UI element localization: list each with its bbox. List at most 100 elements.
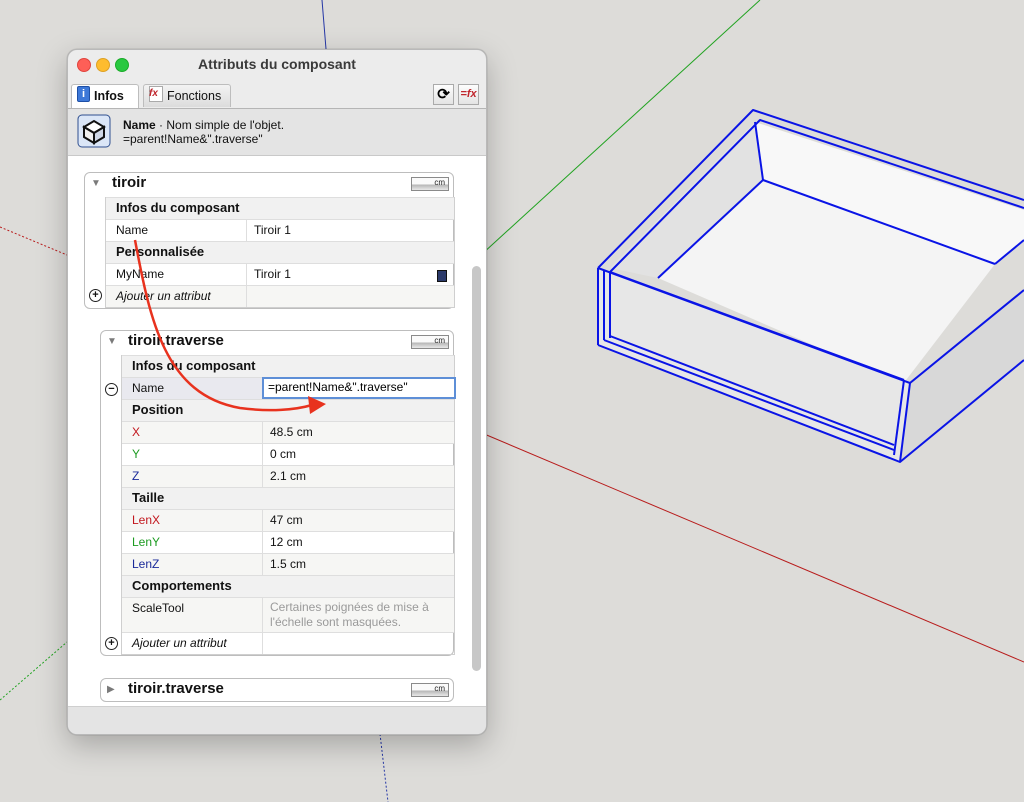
component-title: tiroir.traverse [128,332,224,349]
function-icon [149,82,163,105]
attribute-value[interactable]: 48.5 cm [270,425,313,439]
attribute-key: Y [132,447,141,461]
component-tiroir-traverse-collapsed: ▶ tiroir.traverse cm [100,678,454,702]
refresh-icon: ⟳ [437,86,450,103]
attribute-value[interactable]: 0 cm [270,447,296,461]
drawer-model[interactable] [597,109,1024,463]
add-attribute-icon[interactable]: + [89,289,102,302]
attribute-row-x[interactable]: X 48.5 cm [122,421,454,443]
collapsed-triangle-icon[interactable]: ▶ [107,684,115,695]
refresh-button[interactable]: ⟳ [433,84,454,105]
section-row: Comportements [122,575,454,597]
attribute-row-leny[interactable]: LenY 12 cm [122,531,454,553]
attribute-value[interactable]: 2.1 cm [270,469,306,483]
tab-fonctions-label: Fonctions [167,89,222,103]
remove-attribute-icon[interactable]: − [105,383,118,396]
section-heading: Personnalisée [116,244,205,259]
attribute-key: Name [116,223,149,237]
tab-fonctions[interactable]: Fonctions [143,82,231,107]
attribute-value[interactable]: Tiroir 1 [254,267,291,281]
attribute-row-lenz[interactable]: LenZ 1.5 cm [122,553,454,575]
blue-axis-line [321,0,327,50]
attribute-key: Name [132,381,165,395]
add-attribute-row[interactable]: Ajouter un attribut [106,285,454,307]
add-attribute-label[interactable]: Ajouter un attribut [132,636,227,650]
green-axis-dotted-line [0,641,68,701]
attribute-value: Certaines poignées de mise à l'échelle so… [270,600,429,630]
attribute-value[interactable]: Tiroir 1 [254,223,291,237]
component-header[interactable]: ▼ tiroir.traverse cm [101,331,453,353]
expanded-triangle-icon[interactable]: ▼ [91,178,101,189]
tab-infos-label: Infos [94,89,124,103]
tab-bar: Infos Fonctions ⟳ =fx [68,81,486,109]
attribute-key: ScaleTool [132,601,185,615]
attribute-name: Name [123,118,156,132]
attribute-row-myname[interactable]: MyName Tiroir 1 [106,263,454,285]
attribute-row-name[interactable]: Name =parent!Name&".traverse" [122,377,456,399]
attribute-value[interactable]: 47 cm [270,513,303,527]
vertical-scrollbar[interactable] [472,266,481,671]
attribute-description: · Nom simple de l'objet. [155,118,285,132]
attribute-key: LenX [132,513,161,527]
window-title: Attributs du composant [198,56,356,72]
scaletool-note-line1: Certaines poignées de mise à [270,600,429,614]
formula-icon: =fx [460,88,477,100]
attribute-key: LenY [132,535,161,549]
attribute-help-header: Name · Nom simple de l'objet. =parent!Na… [68,109,486,156]
formula-toggle-button[interactable]: =fx [458,84,479,105]
section-row: Taille [122,487,454,509]
scaletool-note-line2: l'échelle sont masquées. [270,615,402,629]
attribute-key: LenZ [132,557,160,571]
section-heading: Infos du composant [132,358,256,373]
component-header[interactable]: ▶ tiroir.traverse cm [101,679,453,701]
expanded-triangle-icon[interactable]: ▼ [107,336,117,347]
component-icon [77,114,111,148]
component-header[interactable]: ▼ tiroir cm [85,173,453,195]
window-footer [68,706,486,734]
section-heading: Position [132,402,184,417]
red-axis-dotted-line [0,226,68,256]
section-heading: Comportements [132,578,232,593]
attribute-row-y[interactable]: Y 0 cm [122,443,454,465]
component-title: tiroir.traverse [128,680,224,697]
component-title: tiroir [112,174,147,191]
unit-button[interactable]: cm [411,335,449,349]
attribute-row-lenx[interactable]: LenX 47 cm [122,509,454,531]
attribute-row-name[interactable]: Name Tiroir 1 [106,219,454,241]
section-heading: Taille [132,490,165,505]
red-axis-line [469,427,1024,663]
attribute-formula: =parent!Name&".traverse" [123,132,263,146]
component-tiroir: ▼ tiroir cm Infos du composant Name Tiroi… [84,172,455,309]
blue-axis-dotted-line [379,733,389,802]
attribute-key: Z [132,469,140,483]
unit-button[interactable]: cm [411,683,449,697]
close-window-button[interactable] [77,58,91,72]
attribute-key: X [132,425,141,439]
calculator-icon[interactable] [437,270,447,282]
section-row: Personnalisée [106,241,454,263]
section-row: Position [122,399,454,421]
formula-edit-field[interactable]: =parent!Name&".traverse" [262,377,456,399]
section-row: Infos du composant [122,355,454,377]
add-attribute-icon[interactable]: + [105,637,118,650]
component-tiroir-traverse: ▼ tiroir.traverse cm Infos du composant … [100,330,456,656]
attribute-row-scaletool[interactable]: ScaleTool Certaines poignées de mise à l'é… [122,597,454,632]
tab-infos[interactable]: Infos [71,83,139,108]
minimize-window-button[interactable] [96,58,110,72]
attribute-value[interactable]: 12 cm [270,535,303,549]
components-panel[interactable]: ▼ tiroir cm Infos du composant Name Tiroi… [68,156,486,706]
zoom-window-button[interactable] [115,58,129,72]
section-heading: Infos du composant [116,200,240,215]
attribute-grid: Infos du composant Name =parent!Name&".tr… [121,355,456,655]
component-attributes-window: Attributs du composant Infos Fonctions ⟳… [67,49,487,735]
info-icon [77,83,90,106]
add-attribute-row[interactable]: Ajouter un attribut [122,632,454,654]
unit-button[interactable]: cm [411,177,449,191]
attribute-value[interactable]: 1.5 cm [270,557,306,571]
attribute-key: MyName [116,267,165,281]
add-attribute-label[interactable]: Ajouter un attribut [116,289,211,303]
attribute-name-help: Name · Nom simple de l'objet. [123,118,284,132]
attribute-row-z[interactable]: Z 2.1 cm [122,465,454,487]
section-row: Infos du composant [106,197,454,219]
attribute-grid: Infos du composant Name Tiroir 1 Personna… [105,197,455,308]
